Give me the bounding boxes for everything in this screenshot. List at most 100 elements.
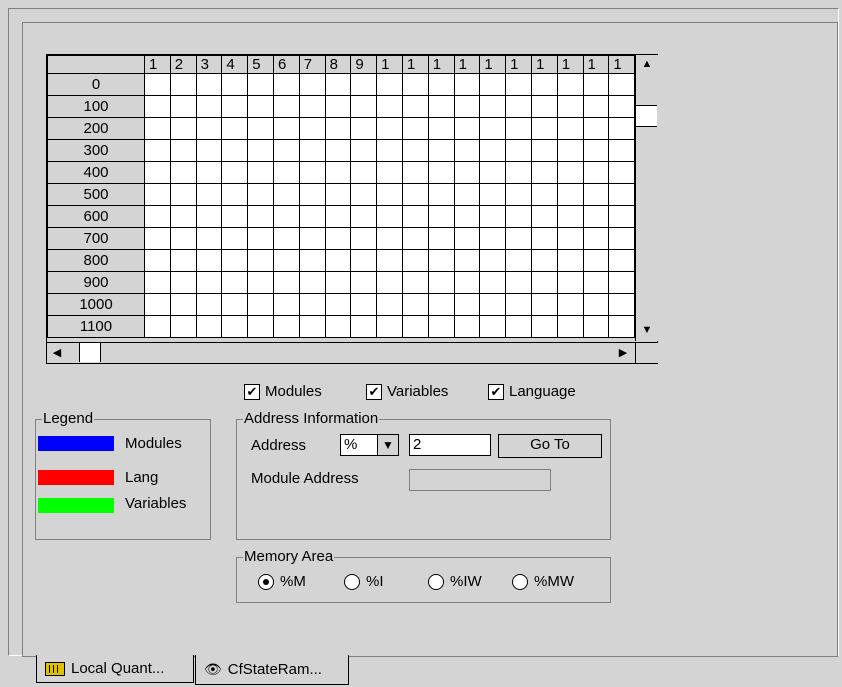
memory-cell[interactable] bbox=[608, 73, 636, 96]
memory-cell[interactable] bbox=[298, 293, 326, 316]
memory-cell[interactable] bbox=[401, 73, 429, 96]
memory-cell[interactable] bbox=[479, 293, 507, 316]
memory-cell[interactable] bbox=[505, 249, 532, 272]
memory-cell[interactable] bbox=[376, 161, 403, 184]
memory-cell[interactable] bbox=[350, 95, 378, 118]
memory-cell[interactable] bbox=[608, 315, 636, 338]
memory-cell[interactable] bbox=[195, 139, 223, 162]
memory-cell[interactable] bbox=[221, 227, 249, 250]
memory-cell[interactable] bbox=[505, 315, 532, 338]
memory-cell[interactable] bbox=[608, 227, 636, 250]
memory-cell[interactable] bbox=[144, 117, 171, 140]
address-prefix-select[interactable]: % ▼ bbox=[340, 434, 399, 456]
horizontal-scroll-thumb[interactable] bbox=[79, 343, 101, 362]
memory-cell[interactable] bbox=[221, 139, 249, 162]
memory-cell[interactable] bbox=[608, 183, 636, 206]
memory-cell[interactable] bbox=[530, 293, 558, 316]
memory-cell[interactable] bbox=[144, 227, 171, 250]
memory-cell[interactable] bbox=[195, 183, 223, 206]
memory-cell[interactable] bbox=[298, 139, 326, 162]
memory-cell[interactable] bbox=[401, 227, 429, 250]
memory-cell[interactable] bbox=[582, 271, 610, 294]
memory-cell[interactable] bbox=[350, 139, 378, 162]
memory-cell[interactable] bbox=[324, 139, 352, 162]
memory-cell[interactable] bbox=[221, 271, 249, 294]
memory-cell[interactable] bbox=[505, 227, 532, 250]
memory-cell[interactable] bbox=[608, 271, 636, 294]
memory-cell[interactable] bbox=[401, 117, 429, 140]
memory-cell[interactable] bbox=[556, 293, 584, 316]
memory-cell[interactable] bbox=[556, 95, 584, 118]
chevron-down-icon[interactable]: ▼ bbox=[377, 435, 398, 455]
memory-cell[interactable] bbox=[324, 315, 352, 338]
memory-cell[interactable] bbox=[530, 271, 558, 294]
memory-cell[interactable] bbox=[376, 139, 403, 162]
memory-cell[interactable] bbox=[272, 293, 300, 316]
memory-cell[interactable] bbox=[298, 117, 326, 140]
memory-cell[interactable] bbox=[453, 205, 481, 228]
memory-cell[interactable] bbox=[350, 315, 378, 338]
radio-m[interactable]: %M bbox=[258, 573, 306, 590]
memory-cell[interactable] bbox=[272, 271, 300, 294]
vertical-scroll-thumb[interactable] bbox=[636, 105, 657, 127]
memory-cell[interactable] bbox=[221, 315, 249, 338]
memory-cell[interactable] bbox=[505, 161, 532, 184]
memory-cell[interactable] bbox=[530, 95, 558, 118]
scroll-down-icon[interactable]: ▼ bbox=[636, 321, 658, 339]
memory-cell[interactable] bbox=[350, 161, 378, 184]
memory-cell[interactable] bbox=[608, 117, 636, 140]
memory-cell[interactable] bbox=[324, 117, 352, 140]
memory-cell[interactable] bbox=[272, 315, 300, 338]
memory-cell[interactable] bbox=[376, 249, 403, 272]
memory-cell[interactable] bbox=[582, 117, 610, 140]
memory-cell[interactable] bbox=[453, 161, 481, 184]
memory-cell[interactable] bbox=[582, 95, 610, 118]
memory-cell[interactable] bbox=[324, 95, 352, 118]
memory-cell[interactable] bbox=[324, 293, 352, 316]
memory-cell[interactable] bbox=[247, 73, 274, 96]
memory-cell[interactable] bbox=[401, 293, 429, 316]
memory-cell[interactable] bbox=[376, 205, 403, 228]
memory-cell[interactable] bbox=[272, 227, 300, 250]
memory-cell[interactable] bbox=[401, 183, 429, 206]
memory-cell[interactable] bbox=[556, 271, 584, 294]
memory-cell[interactable] bbox=[169, 205, 197, 228]
memory-cell[interactable] bbox=[169, 293, 197, 316]
memory-cell[interactable] bbox=[169, 249, 197, 272]
memory-cell[interactable] bbox=[169, 139, 197, 162]
memory-cell[interactable] bbox=[298, 161, 326, 184]
memory-cell[interactable] bbox=[247, 139, 274, 162]
memory-cell[interactable] bbox=[505, 205, 532, 228]
memory-cell[interactable] bbox=[427, 315, 455, 338]
memory-cell[interactable] bbox=[608, 249, 636, 272]
memory-cell[interactable] bbox=[247, 205, 274, 228]
memory-cell[interactable] bbox=[427, 293, 455, 316]
memory-cell[interactable] bbox=[144, 161, 171, 184]
memory-cell[interactable] bbox=[427, 227, 455, 250]
memory-cell[interactable] bbox=[350, 73, 378, 96]
memory-cell[interactable] bbox=[401, 205, 429, 228]
memory-cell[interactable] bbox=[247, 271, 274, 294]
memory-cell[interactable] bbox=[530, 315, 558, 338]
memory-cell[interactable] bbox=[582, 249, 610, 272]
memory-cell[interactable] bbox=[582, 205, 610, 228]
memory-cell[interactable] bbox=[582, 315, 610, 338]
memory-cell[interactable] bbox=[247, 117, 274, 140]
memory-cell[interactable] bbox=[350, 183, 378, 206]
memory-cell[interactable] bbox=[608, 161, 636, 184]
memory-cell[interactable] bbox=[556, 249, 584, 272]
memory-cell[interactable] bbox=[608, 205, 636, 228]
memory-cell[interactable] bbox=[324, 73, 352, 96]
memory-cell[interactable] bbox=[350, 293, 378, 316]
memory-cell[interactable] bbox=[272, 117, 300, 140]
memory-cell[interactable] bbox=[144, 205, 171, 228]
memory-cell[interactable] bbox=[401, 315, 429, 338]
memory-cell[interactable] bbox=[556, 205, 584, 228]
memory-cell[interactable] bbox=[144, 139, 171, 162]
memory-cell[interactable] bbox=[453, 293, 481, 316]
memory-cell[interactable] bbox=[221, 161, 249, 184]
memory-cell[interactable] bbox=[350, 117, 378, 140]
memory-cell[interactable] bbox=[505, 183, 532, 206]
memory-cell[interactable] bbox=[427, 95, 455, 118]
memory-cell[interactable] bbox=[247, 227, 274, 250]
